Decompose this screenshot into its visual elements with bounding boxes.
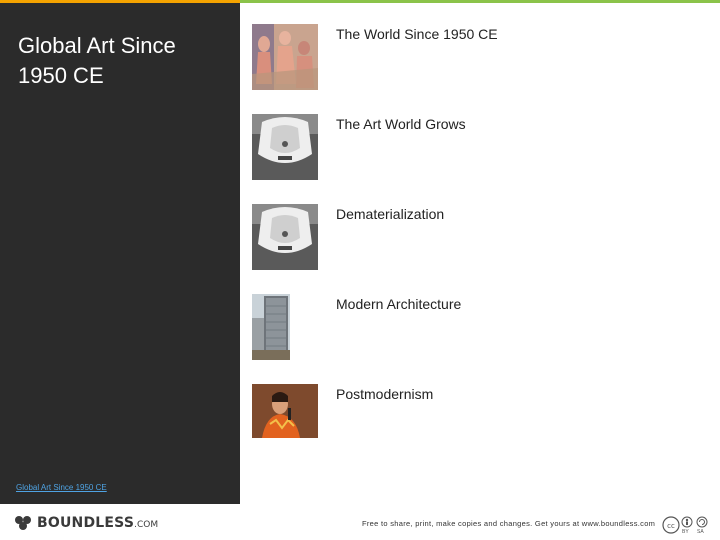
agenda-item-label: Postmodernism: [336, 386, 434, 402]
creative-commons-badge[interactable]: cc BY SA: [662, 514, 710, 538]
logo-suffix: .COM: [134, 519, 159, 530]
agenda-item[interactable]: Dematerialization: [252, 204, 692, 270]
boundless-logo[interactable]: BOUNDLESS .COM: [14, 512, 158, 534]
agenda-item-label: Modern Architecture: [336, 296, 462, 312]
footer: BOUNDLESS .COM Free to share, print, mak…: [0, 504, 720, 540]
painting-figures-thumbnail: [252, 24, 318, 90]
slide-title: Global Art Since 1950 CE: [18, 33, 176, 88]
agenda-item[interactable]: The World Since 1950 CE: [252, 24, 692, 90]
logo-wordmark: BOUNDLESS: [37, 515, 135, 531]
svg-text:cc: cc: [667, 522, 675, 530]
accent-bar-green: [240, 0, 720, 3]
license-by-label: BY: [682, 529, 689, 535]
license-sa-label: SA: [697, 529, 704, 535]
boundless-logo-icon: [15, 516, 31, 530]
skyscraper-thumbnail: [252, 294, 318, 360]
agenda-item[interactable]: Modern Architecture: [252, 294, 692, 360]
sidebar-panel: Global Art Since 1950 CE Global Art Sinc…: [0, 3, 240, 504]
agenda-item-label: Dematerialization: [336, 206, 445, 222]
speaker-portrait-thumbnail: [252, 384, 318, 450]
agenda-item-label: The World Since 1950 CE: [336, 26, 498, 42]
agenda-item[interactable]: Postmodernism: [252, 384, 692, 450]
agenda-item[interactable]: The Art World Grows: [252, 114, 692, 180]
urinal-sculpture-thumbnail: [252, 114, 318, 180]
urinal-sculpture-thumbnail: [252, 204, 318, 270]
agenda-item-label: The Art World Grows: [336, 116, 466, 132]
footer-link[interactable]: Global Art Since 1950 CE: [16, 483, 107, 492]
license-note: Free to share, print, make copies and ch…: [362, 519, 656, 528]
